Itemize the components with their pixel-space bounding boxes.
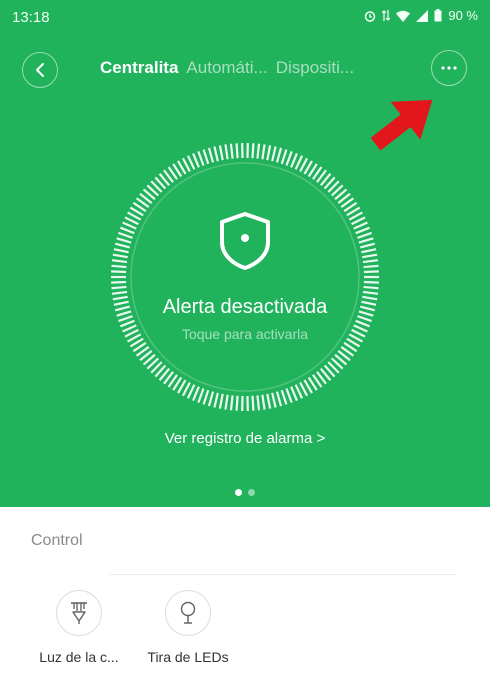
divider [110,574,456,575]
shield-icon [220,212,270,270]
device-label: Tira de LEDs [147,649,229,665]
page-dot [248,489,255,496]
control-section-title: Control [31,532,83,549]
device-icon-circle [165,590,211,636]
more-options-button[interactable] [431,50,467,86]
device-luz[interactable]: Luz de la c... [34,590,124,665]
bulb-icon [180,601,196,624]
device-label: Luz de la c... [39,649,119,665]
data-arrows-icon [382,10,391,21]
tab-dispositivos[interactable]: Dispositi... [276,58,354,80]
top-tabs: Centralita Automáti... Dispositi... [100,58,354,80]
more-dots-icon [441,66,457,70]
alarm-dial-content: Alerta desactivada Toque para activarla [108,140,382,414]
tab-automatizaciones[interactable]: Automáti... [186,58,267,80]
status-bar: 13:18 90 % [0,0,490,36]
battery-icon [434,9,442,22]
device-icon-circle [56,590,102,636]
alarm-clock-icon [365,10,376,22]
alarm-status-title: Alerta desactivada [162,296,328,318]
device-tira-leds[interactable]: Tira de LEDs [143,590,233,665]
chevron-left-icon [36,63,44,77]
tab-centralita[interactable]: Centralita [100,58,178,80]
alarm-status-subtitle: Toque para activarla [181,326,309,342]
ceiling-lamp-icon [71,602,87,624]
signal-icon [416,9,429,22]
status-time: 13:18 [12,9,50,26]
wifi-icon [396,10,411,22]
page-dot [235,489,242,496]
battery-percent: 90 % [448,8,478,23]
alarm-log-link[interactable]: Ver registro de alarma > [0,430,490,447]
back-button[interactable] [22,52,58,88]
status-icons: 90 % [364,8,478,23]
page-indicator [235,489,255,496]
